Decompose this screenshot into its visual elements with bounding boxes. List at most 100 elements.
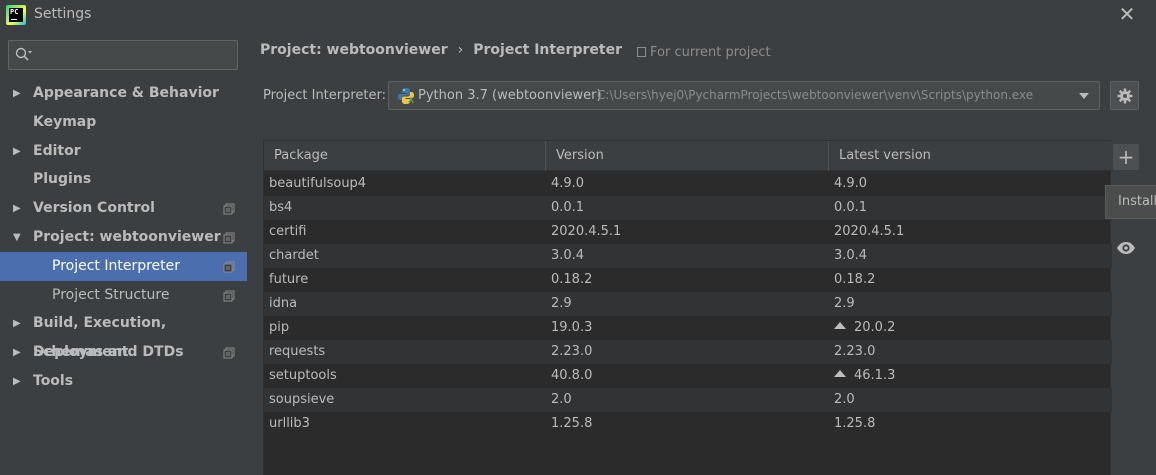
settings-gear-button[interactable] bbox=[1110, 81, 1139, 110]
tree-expand-icon[interactable]: ▶ bbox=[13, 194, 21, 223]
package-latest-version-text: 3.0.4 bbox=[834, 248, 868, 263]
package-latest-version: 2.9 bbox=[834, 292, 855, 316]
package-latest-version-text: 20.0.2 bbox=[854, 320, 896, 335]
column-header-latest-version[interactable]: Latest version bbox=[829, 141, 1112, 171]
breadcrumb-page: Project Interpreter bbox=[473, 42, 622, 58]
sidebar-item-label: Project Interpreter bbox=[52, 258, 181, 274]
project-settings-icon bbox=[223, 347, 235, 359]
package-latest-version: 0.0.1 bbox=[834, 196, 867, 220]
sidebar-item[interactable]: Project Structure bbox=[0, 281, 247, 310]
package-name-text: setuptools bbox=[269, 368, 337, 383]
sidebar-item[interactable]: Plugins bbox=[0, 165, 247, 194]
package-version-text: 3.0.4 bbox=[551, 248, 585, 263]
table-row[interactable]: pip 19.0.3 20.0.2 bbox=[264, 316, 1112, 340]
table-row[interactable]: bs4 0.0.1 0.0.1 bbox=[264, 196, 1112, 220]
project-settings-icon bbox=[223, 261, 235, 273]
upgrade-available-icon bbox=[834, 370, 846, 377]
package-name: future bbox=[269, 268, 308, 292]
breadcrumb-separator: › bbox=[457, 42, 464, 58]
project-settings-icon bbox=[223, 203, 235, 215]
content-panel: Project: webtoonviewer › Project Interpret… bbox=[247, 30, 1156, 475]
tree-expand-icon[interactable]: ▶ bbox=[13, 137, 21, 166]
sidebar-item[interactable]: Project Interpreter bbox=[0, 252, 247, 281]
chevron-down-icon[interactable] bbox=[1079, 93, 1089, 99]
package-name-text: certifi bbox=[269, 224, 307, 239]
package-version-text: 4.9.0 bbox=[551, 176, 585, 191]
package-version-text: 40.8.0 bbox=[551, 368, 593, 383]
table-row[interactable]: urllib3 1.25.8 1.25.8 bbox=[264, 412, 1112, 436]
upgrade-available-icon bbox=[834, 322, 846, 329]
package-latest-version: 2.23.0 bbox=[834, 340, 875, 364]
search-box[interactable] bbox=[8, 40, 238, 70]
breadcrumb-project[interactable]: Project: webtoonviewer bbox=[260, 42, 448, 58]
tree-collapse-icon[interactable]: ▼ bbox=[13, 223, 21, 252]
table-row[interactable]: setuptools 40.8.0 46.1.3 bbox=[264, 364, 1112, 388]
package-name-text: chardet bbox=[269, 248, 319, 263]
tree-expand-icon[interactable]: ▶ bbox=[13, 79, 21, 108]
package-version: 1.25.8 bbox=[551, 412, 592, 436]
package-latest-version: 4.9.0 bbox=[834, 172, 867, 196]
sidebar-item[interactable]: ▶ Build, Execution, Deployment bbox=[0, 309, 247, 360]
tree-expand-icon[interactable]: ▶ bbox=[13, 309, 21, 338]
sidebar-item[interactable]: ▶ Schemas and DTDs bbox=[0, 338, 247, 367]
table-row[interactable]: certifi 2020.4.5.1 2020.4.5.1 bbox=[264, 220, 1112, 244]
sidebar-item[interactable]: Keymap bbox=[0, 108, 247, 137]
sidebar-item[interactable]: ▶ Editor bbox=[0, 137, 247, 166]
package-name-text: soupsieve bbox=[269, 392, 335, 407]
project-scope-icon bbox=[637, 47, 646, 57]
sidebar-item[interactable]: ▶ Appearance & Behavior bbox=[0, 79, 247, 108]
install-package-button[interactable]: + bbox=[1113, 144, 1139, 170]
package-version: 0.18.2 bbox=[551, 268, 592, 292]
close-icon[interactable]: ✕ bbox=[1116, 4, 1138, 26]
package-version-text: 2.23.0 bbox=[551, 344, 593, 359]
table-row[interactable]: idna 2.9 2.9 bbox=[264, 292, 1112, 316]
sidebar-item-label: Keymap bbox=[33, 114, 97, 130]
gear-icon bbox=[1117, 88, 1133, 104]
interpreter-path: C:\Users\hyej0\PycharmProjects\webtoonvi… bbox=[597, 88, 1034, 102]
table-row[interactable]: requests 2.23.0 2.23.0 bbox=[264, 340, 1112, 364]
packages-table: Package Version Latest version beautiful… bbox=[263, 140, 1112, 475]
table-row[interactable]: beautifulsoup4 4.9.0 4.9.0 bbox=[264, 172, 1112, 196]
package-version-text: 0.18.2 bbox=[551, 272, 593, 287]
package-version-text: 2.0 bbox=[551, 392, 572, 407]
scope-note: For current project bbox=[637, 45, 771, 60]
sidebar-item-label: Project: webtoonviewer bbox=[33, 229, 221, 245]
title-bar: PC Settings ✕ bbox=[0, 0, 1156, 30]
interpreter-label: Project Interpreter: bbox=[263, 88, 387, 103]
column-header-version[interactable]: Version bbox=[546, 141, 829, 171]
package-name-text: requests bbox=[269, 344, 326, 359]
tree-expand-icon[interactable]: ▶ bbox=[13, 338, 21, 367]
column-header-package[interactable]: Package bbox=[264, 141, 546, 171]
package-version: 0.0.1 bbox=[551, 196, 584, 220]
package-latest-version: 2020.4.5.1 bbox=[834, 220, 904, 244]
scope-note-label: For current project bbox=[650, 45, 771, 60]
interpreter-select[interactable]: Python 3.7 (webtoonviewer) C:\Users\hyej… bbox=[388, 81, 1100, 110]
package-name: setuptools bbox=[269, 364, 337, 388]
python-logo-icon bbox=[398, 88, 414, 104]
sidebar-item-label: Plugins bbox=[33, 171, 92, 187]
package-latest-version: 2.0 bbox=[834, 388, 855, 412]
package-latest-version: 3.0.4 bbox=[834, 244, 867, 268]
table-row[interactable]: future 0.18.2 0.18.2 bbox=[264, 268, 1112, 292]
sidebar-item[interactable]: ▶ Version Control bbox=[0, 194, 247, 223]
package-latest-version-text: 46.1.3 bbox=[854, 368, 896, 383]
table-row[interactable]: chardet 3.0.4 3.0.4 bbox=[264, 244, 1112, 268]
package-version-text: 1.25.8 bbox=[551, 416, 593, 431]
package-latest-version: 0.18.2 bbox=[834, 268, 875, 292]
package-latest-version: 1.25.8 bbox=[834, 412, 875, 436]
package-name-text: urllib3 bbox=[269, 416, 310, 431]
table-row[interactable]: soupsieve 2.0 2.0 bbox=[264, 388, 1112, 412]
sidebar-item[interactable]: ▶ Tools bbox=[0, 367, 247, 396]
project-settings-icon bbox=[223, 232, 235, 244]
package-latest-version-text: 2.23.0 bbox=[834, 344, 876, 359]
sidebar-item-label: Version Control bbox=[33, 200, 155, 216]
package-version-text: 0.0.1 bbox=[551, 200, 585, 215]
settings-sidebar: ▶ Appearance & Behavior Keymap ▶ Editor Plugi… bbox=[0, 30, 247, 475]
tree-expand-icon[interactable]: ▶ bbox=[13, 367, 21, 396]
package-version: 2.0 bbox=[551, 388, 572, 412]
eye-icon[interactable] bbox=[1115, 240, 1137, 256]
search-icon bbox=[15, 47, 32, 61]
sidebar-item[interactable]: ▼ Project: webtoonviewer bbox=[0, 223, 247, 252]
search-input[interactable] bbox=[41, 45, 231, 65]
sidebar-item-label: Schemas and DTDs bbox=[33, 344, 184, 360]
